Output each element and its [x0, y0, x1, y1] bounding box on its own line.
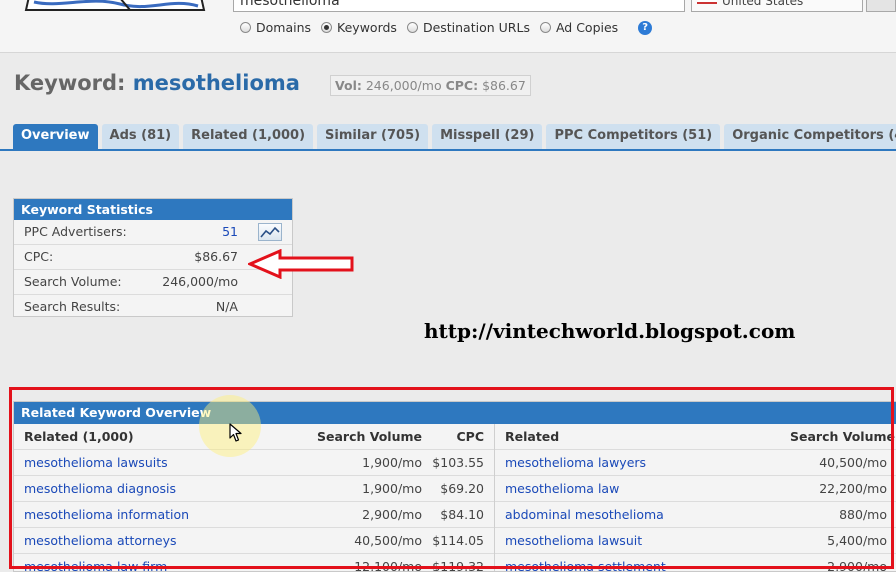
cpc-value: $86.67	[482, 78, 526, 93]
volume-cell: 12,100/mo	[354, 559, 422, 572]
option-destination-urls-label: Destination URLs	[422, 20, 530, 35]
option-ad-copies-label: Ad Copies	[555, 20, 619, 35]
header-search-volume[interactable]: Search Volume	[317, 424, 422, 449]
tab-ads[interactable]: Ads (81)	[101, 124, 180, 149]
page-title-keyword: mesothelioma	[132, 71, 300, 95]
page-title: Keyword: mesothelioma	[14, 71, 300, 95]
volume-cell: 40,500/mo	[819, 455, 887, 470]
table-row: mesothelioma attorneys 40,500/mo $114.05	[14, 528, 494, 554]
search-button[interactable]	[866, 0, 896, 12]
volume-cell: 40,500/mo	[354, 533, 422, 548]
radio-destination-urls[interactable]	[406, 22, 418, 33]
cpc-label: CPC:	[445, 78, 479, 93]
country-label: United States	[722, 0, 804, 8]
table-row: mesothelioma information 2,900/mo $84.10	[14, 502, 494, 528]
table-header: Related Search Volume	[495, 424, 896, 450]
volume-cell: 2,900/mo	[827, 559, 887, 572]
stat-row-search-results: Search Results: N/A	[14, 295, 292, 319]
radio-ad-copies[interactable]	[539, 22, 551, 33]
option-keywords-label: Keywords	[337, 20, 397, 35]
keyword-link[interactable]: mesothelioma attorneys	[24, 528, 177, 553]
stat-label: Search Results:	[24, 299, 121, 314]
trend-chart-glyph	[260, 226, 280, 238]
keyword-link[interactable]: mesothelioma lawsuit	[505, 528, 642, 553]
tab-bar: Overview Ads (81) Related (1,000) Simila…	[13, 124, 896, 149]
tab-underline	[0, 149, 896, 151]
search-bar: United States Domains Keywords Destinati…	[0, 0, 896, 53]
stat-value: 246,000/mo	[162, 274, 238, 289]
header-cpc[interactable]: CPC	[456, 424, 484, 449]
related-table-right: Related Search Volume mesothelioma lawye…	[495, 424, 896, 572]
keyword-link[interactable]: mesothelioma information	[24, 502, 189, 527]
site-logo[interactable]	[0, 0, 210, 16]
table-row: abdominal mesothelioma 880/mo	[495, 502, 896, 528]
country-select[interactable]: United States	[691, 0, 863, 12]
option-domains-label: Domains	[256, 20, 312, 35]
us-flag-icon	[697, 0, 717, 4]
option-ad-copies[interactable]: Ad Copies	[539, 20, 619, 35]
stat-label: CPC:	[24, 249, 54, 264]
keyword-link[interactable]: mesothelioma diagnosis	[24, 476, 176, 501]
vol-label: Vol:	[335, 78, 362, 93]
option-destination-urls[interactable]: Destination URLs	[406, 20, 530, 35]
volume-cell: 5,400/mo	[827, 533, 887, 548]
volume-cell: 22,200/mo	[819, 481, 887, 496]
ppc-advertisers-link[interactable]: 51	[222, 220, 238, 244]
related-keyword-panel: Related Keyword Overview Related (1,000)…	[13, 401, 896, 572]
table-row: mesothelioma law firm 12,100/mo $119.32	[14, 554, 494, 572]
table-row: mesothelioma law 22,200/mo	[495, 476, 896, 502]
keyword-link[interactable]: mesothelioma settlement	[505, 554, 666, 571]
cpc-cell: $69.20	[440, 481, 484, 496]
table-header: Related (1,000) Search Volume CPC	[14, 424, 494, 450]
header-related[interactable]: Related (1,000)	[24, 424, 134, 449]
table-row: mesothelioma lawsuits 1,900/mo $103.55	[14, 450, 494, 476]
table-row: mesothelioma lawsuit 5,400/mo	[495, 528, 896, 554]
search-input[interactable]	[233, 0, 685, 12]
stat-value: $86.67	[194, 249, 238, 264]
radio-domains[interactable]	[240, 22, 251, 33]
tab-misspell[interactable]: Misspell (29)	[432, 124, 543, 149]
tab-overview[interactable]: Overview	[13, 124, 98, 149]
keyword-statistics-title: Keyword Statistics	[14, 199, 292, 220]
radio-keywords[interactable]	[321, 22, 333, 33]
cpc-cell: $119.32	[432, 559, 484, 572]
related-table-left: Related (1,000) Search Volume CPC mesoth…	[14, 424, 495, 572]
keyword-link[interactable]: abdominal mesothelioma	[505, 502, 664, 527]
trend-chart-icon[interactable]	[258, 223, 282, 241]
help-icon[interactable]: ?	[638, 20, 653, 35]
table-row: mesothelioma lawyers 40,500/mo	[495, 450, 896, 476]
stat-row-ppc-advertisers: PPC Advertisers: 51	[14, 220, 292, 245]
stat-label: Search Volume:	[24, 274, 122, 289]
watermark-url: http://vintechworld.blogspot.com	[424, 319, 796, 343]
option-keywords[interactable]: Keywords	[321, 20, 397, 35]
cpc-cell: $103.55	[432, 455, 484, 470]
keyword-summary: Vol: 246,000/mo CPC: $86.67	[330, 75, 531, 96]
table-row: mesothelioma settlement 2,900/mo	[495, 554, 896, 572]
header-search-volume[interactable]: Search Volume	[785, 424, 895, 449]
tab-related[interactable]: Related (1,000)	[183, 124, 314, 149]
red-arrow-annotation	[248, 249, 354, 279]
volume-cell: 1,900/mo	[362, 455, 422, 470]
tab-organic-competitors[interactable]: Organic Competitors (40)	[724, 124, 896, 149]
header-related[interactable]: Related	[505, 424, 559, 449]
keyword-link[interactable]: mesothelioma law	[505, 476, 619, 501]
volume-cell: 2,900/mo	[362, 507, 422, 522]
keyword-link[interactable]: mesothelioma law firm	[24, 554, 167, 571]
tab-similar[interactable]: Similar (705)	[317, 124, 429, 149]
keyword-link[interactable]: mesothelioma lawsuits	[24, 450, 168, 475]
tab-ppc-competitors[interactable]: PPC Competitors (51)	[546, 124, 721, 149]
cpc-cell: $84.10	[440, 507, 484, 522]
cpc-cell: $114.05	[432, 533, 484, 548]
table-row: mesothelioma diagnosis 1,900/mo $69.20	[14, 476, 494, 502]
stat-label: PPC Advertisers:	[24, 224, 127, 239]
volume-cell: 880/mo	[839, 507, 887, 522]
page-title-prefix: Keyword:	[14, 71, 126, 95]
search-type-options: Domains Keywords Destination URLs Ad Cop…	[240, 20, 653, 35]
option-domains[interactable]: Domains	[240, 20, 311, 35]
stat-value: N/A	[215, 299, 238, 314]
volume-cell: 1,900/mo	[362, 481, 422, 496]
related-keyword-title: Related Keyword Overview	[14, 402, 896, 424]
keyword-link[interactable]: mesothelioma lawyers	[505, 450, 646, 475]
vol-value: 246,000/mo	[365, 78, 442, 93]
